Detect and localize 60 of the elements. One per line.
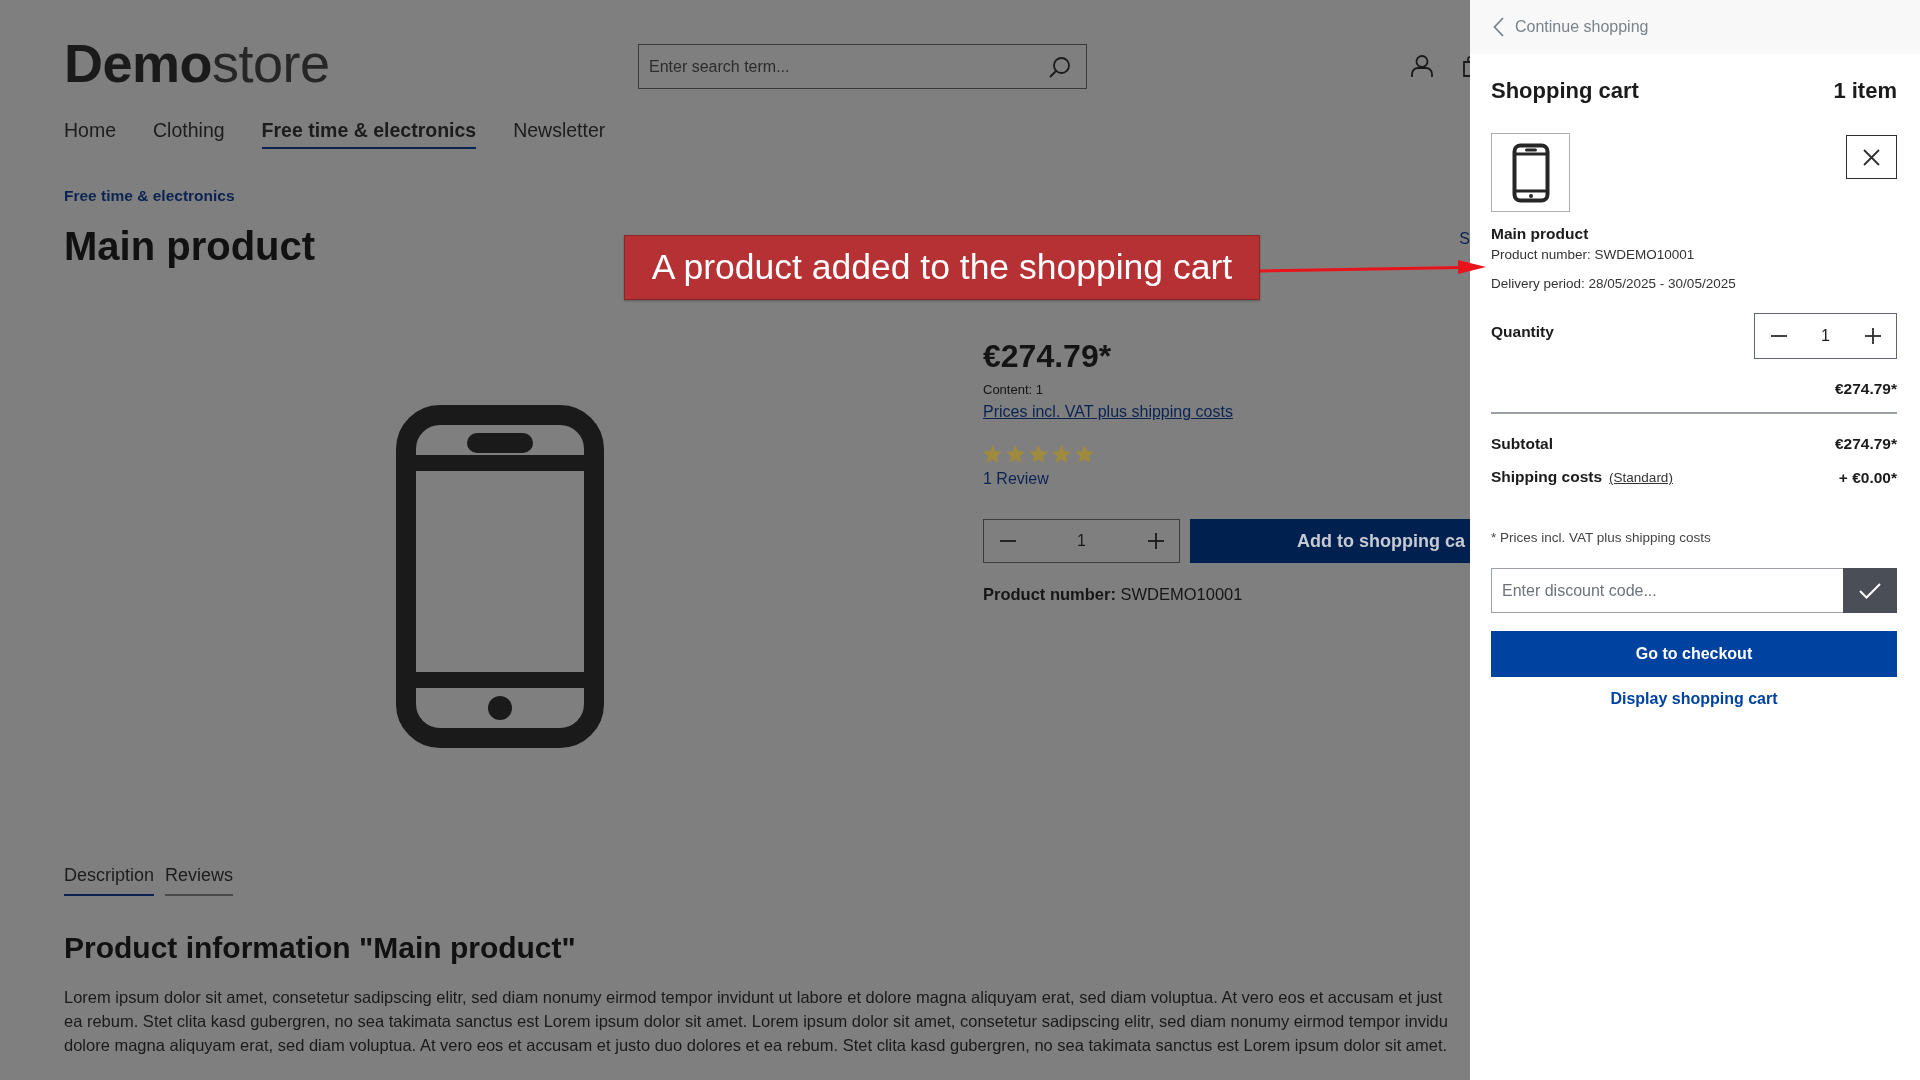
content-info: Content: 1 bbox=[983, 381, 1043, 398]
continue-shopping-link[interactable]: Continue shopping bbox=[1493, 17, 1649, 37]
product-price: €274.79* bbox=[983, 337, 1112, 375]
plus-icon bbox=[1864, 328, 1881, 344]
shipping-label: Shipping costs bbox=[1491, 467, 1603, 487]
plus-icon bbox=[1147, 533, 1164, 549]
product-thumbnail[interactable] bbox=[1491, 133, 1570, 212]
add-to-cart-button[interactable]: Add to shopping ca bbox=[1190, 519, 1470, 563]
tax-info-link[interactable]: Prices incl. VAT plus shipping costs bbox=[983, 402, 1233, 422]
item-count: 1 item bbox=[1833, 77, 1897, 105]
side-link[interactable]: S bbox=[1459, 229, 1470, 249]
star-icon bbox=[1075, 445, 1094, 463]
product-number: Product number: SWDEMO10001 bbox=[983, 584, 1243, 604]
check-icon bbox=[1859, 582, 1881, 599]
cart-title: Shopping cart bbox=[1491, 77, 1639, 105]
star-icon bbox=[1029, 445, 1048, 463]
product-number: Product number: SWDEMO10001 bbox=[1491, 246, 1695, 264]
nav-link[interactable]: Newsletter bbox=[513, 119, 606, 149]
increase-button[interactable] bbox=[1849, 313, 1897, 359]
minus-icon bbox=[999, 540, 1016, 542]
subtotal-label: Subtotal bbox=[1491, 434, 1553, 454]
quantity-field[interactable]: 1 bbox=[1802, 313, 1849, 359]
reviews-link[interactable]: 1 Review bbox=[983, 469, 1049, 489]
tab[interactable]: Description bbox=[64, 863, 155, 896]
star-icon bbox=[1052, 445, 1071, 463]
store-logo[interactable]: Demostore bbox=[64, 40, 330, 86]
increase-button[interactable] bbox=[1132, 519, 1180, 563]
decrease-button[interactable] bbox=[1754, 313, 1802, 359]
nav-link[interactable]: Free time & electronics bbox=[261, 119, 477, 149]
product-name[interactable]: Main product bbox=[1491, 224, 1589, 244]
section-heading: Product information "Main product" bbox=[64, 930, 576, 966]
decrease-button[interactable] bbox=[983, 519, 1031, 563]
apply-discount-button[interactable] bbox=[1843, 568, 1897, 613]
chevron-left-icon bbox=[1493, 17, 1504, 37]
star-icon bbox=[983, 445, 1002, 463]
close-icon bbox=[1863, 148, 1880, 166]
nav-link[interactable]: Home bbox=[64, 119, 117, 149]
discount-code-field[interactable]: Enter discount code... bbox=[1491, 568, 1843, 613]
line-price: €274.79* bbox=[1834, 379, 1897, 399]
subtotal-value: €274.79* bbox=[1834, 434, 1897, 454]
product-title: Main product bbox=[64, 224, 316, 268]
price-note: * Prices incl. VAT plus shipping costs bbox=[1491, 529, 1711, 547]
user-icon[interactable] bbox=[1411, 55, 1433, 78]
delivery-period: Delivery period: 28/05/2025 - 30/05/2025 bbox=[1491, 275, 1736, 293]
remove-button[interactable] bbox=[1846, 135, 1897, 179]
tab[interactable]: Reviews bbox=[165, 863, 234, 896]
quantity-label: Quantity bbox=[1491, 322, 1554, 342]
phone-icon bbox=[1511, 142, 1550, 203]
minus-icon bbox=[1770, 335, 1787, 337]
breadcrumb-link[interactable]: Free time & electronics bbox=[64, 186, 235, 205]
checkout-button[interactable]: Go to checkout bbox=[1491, 631, 1897, 677]
bag-icon[interactable] bbox=[1463, 56, 1470, 77]
annotation-callout: A product added to the shopping cart bbox=[624, 235, 1260, 300]
view-cart-link[interactable]: Display shopping cart bbox=[1610, 689, 1778, 709]
nav-link[interactable]: Clothing bbox=[153, 119, 225, 149]
description-paragraph: Lorem ipsum dolor sit amet, consetetur sadipscing elitr, sed diam nonumy eirmod tempor invidunt ut labore et dolore magna aliquyam erat, sed diam voluptua. At vero eos et accusam et just ea rebum. Stet clita kasd gubergren, no sea takimata sanctus est Lorem ipsum dolor sit amet. Lorem ipsum dolor sit amet, consetetur sadipscing elitr, sed diam nonumy eirmod tempor invidu dolore magna aliquyam erat, sed diam voluptua. At vero eos et accusam et justo duo dolores et ea rebum. Stet clita kasd gubergren, no sea takimata sanctus est Lorem ipsum dolor sit amet. bbox=[64, 987, 1448, 1056]
shipping-method-link[interactable]: (Standard) bbox=[1609, 468, 1673, 488]
quantity-field[interactable]: 1 bbox=[1031, 519, 1132, 563]
shipping-value: + €0.00* bbox=[1838, 467, 1897, 488]
star-icon bbox=[1006, 445, 1025, 463]
